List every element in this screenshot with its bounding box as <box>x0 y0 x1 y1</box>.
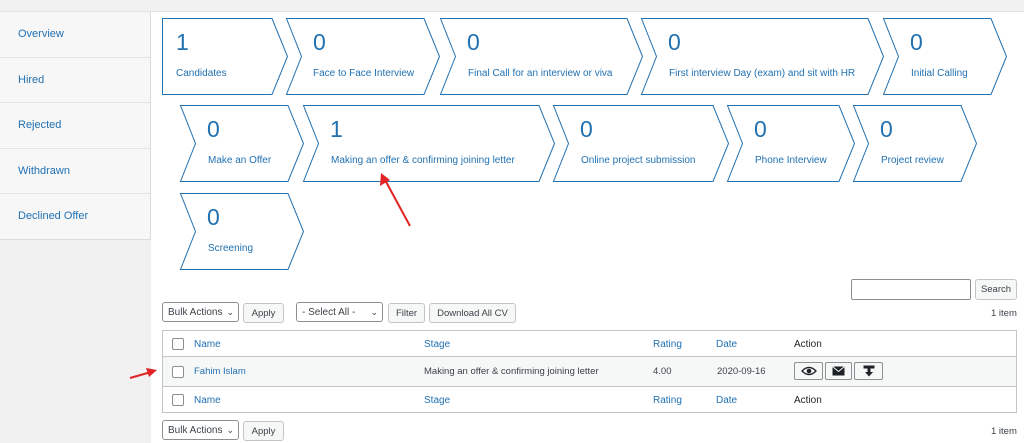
download-icon <box>863 365 874 377</box>
stage-label: Screening <box>208 243 254 254</box>
sidebar-item-withdrawn[interactable]: Withdrawn <box>0 149 150 194</box>
column-footer-rating[interactable]: Rating <box>653 395 682 406</box>
candidate-date: 2020-09-16 <box>717 366 766 377</box>
stage-label: First interview Day (exam) and sit with … <box>669 68 856 79</box>
bulk-actions-label: Bulk Actions <box>168 306 223 318</box>
search-button[interactable]: Search <box>975 279 1017 300</box>
stage-count: 0 <box>207 116 220 142</box>
stage-card-candidates[interactable]: 1 Candidates <box>162 18 289 95</box>
table-footer-row: Name Stage Rating Date Action <box>163 387 1016 413</box>
status-sidebar: Overview Hired Rejected Withdrawn Declin… <box>0 12 151 240</box>
stage-count: 0 <box>754 116 767 142</box>
chevron-down-icon: ⌄ <box>226 425 234 435</box>
chevron-shape <box>726 105 856 182</box>
download-cv-button[interactable] <box>854 362 883 380</box>
table-row: Fahim Islam Making an offer & confirming… <box>163 356 1016 387</box>
stage-count: 0 <box>910 29 923 55</box>
stage-card-making-an-offer-confirming[interactable]: 1 Making an offer & confirming joining le… <box>302 105 556 182</box>
chevron-down-icon: ⌄ <box>370 307 378 317</box>
items-count-top: 1 item <box>991 308 1017 319</box>
items-count-bottom: 1 item <box>991 426 1017 437</box>
bulk-actions-select-top[interactable]: Bulk Actions ⌄ <box>162 302 239 322</box>
stage-label: Online project submission <box>581 155 696 166</box>
stage-card-project-review[interactable]: 0 Project review <box>852 105 978 182</box>
stage-count: 0 <box>880 116 893 142</box>
sidebar-item-overview[interactable]: Overview <box>0 12 150 58</box>
column-footer-action: Action <box>794 395 822 406</box>
sidebar-item-declined-offer[interactable]: Declined Offer <box>0 194 150 240</box>
stage-label: Project review <box>881 155 944 166</box>
chevron-shape <box>882 18 1008 95</box>
column-footer-name[interactable]: Name <box>194 395 221 406</box>
eye-icon <box>800 366 817 376</box>
column-header-rating[interactable]: Rating <box>653 339 682 350</box>
apply-button-bottom[interactable]: Apply <box>243 421 284 441</box>
column-header-stage[interactable]: Stage <box>424 339 450 350</box>
sidebar-item-rejected[interactable]: Rejected <box>0 103 150 149</box>
apply-button-top[interactable]: Apply <box>243 303 284 323</box>
chevron-shape <box>285 18 441 95</box>
search-input[interactable] <box>851 279 971 300</box>
stage-card-online-project-submission[interactable]: 0 Online project submission <box>552 105 730 182</box>
stage-card-phone-interview[interactable]: 0 Phone Interview <box>726 105 856 182</box>
chevron-shape <box>179 105 305 182</box>
stage-label: Final Call for an interview or viva <box>468 68 613 79</box>
stage-card-face-to-face-interview[interactable]: 0 Face to Face Interview <box>285 18 441 95</box>
view-button[interactable] <box>794 362 823 380</box>
stage-label: Initial Calling <box>911 68 968 79</box>
chevron-shape <box>852 105 978 182</box>
email-button[interactable] <box>825 362 852 380</box>
table-header-row: Name Stage Rating Date Action <box>163 331 1016 357</box>
chevron-shape <box>179 193 305 270</box>
candidate-stage: Making an offer & confirming joining let… <box>424 366 599 377</box>
column-header-action: Action <box>794 339 822 350</box>
select-all-label: - Select All - <box>302 306 356 318</box>
stage-label: Candidates <box>176 68 227 79</box>
column-footer-stage[interactable]: Stage <box>424 395 450 406</box>
stage-count: 0 <box>580 116 593 142</box>
bulk-actions-label: Bulk Actions <box>168 424 223 436</box>
stage-card-make-an-offer[interactable]: 0 Make an Offer <box>179 105 305 182</box>
admin-top-bar <box>0 0 1024 12</box>
column-header-name[interactable]: Name <box>194 339 221 350</box>
row-checkbox[interactable] <box>172 366 184 378</box>
sidebar-item-hired[interactable]: Hired <box>0 58 150 103</box>
stage-count: 0 <box>467 29 480 55</box>
column-footer-date[interactable]: Date <box>716 395 737 406</box>
stage-label: Making an offer & confirming joining let… <box>331 155 515 166</box>
candidate-rating: 4.00 <box>653 366 672 377</box>
stage-card-initial-calling[interactable]: 0 Initial Calling <box>882 18 1008 95</box>
stage-label: Make an Offer <box>208 155 272 166</box>
chevron-down-icon: ⌄ <box>226 307 234 317</box>
candidate-name-link[interactable]: Fahim Islam <box>194 366 246 377</box>
envelope-icon <box>832 366 845 376</box>
select-all-checkbox[interactable] <box>172 338 184 350</box>
download-all-cv-button[interactable]: Download All CV <box>429 303 516 323</box>
stage-card-final-call[interactable]: 0 Final Call for an interview or viva <box>439 18 644 95</box>
stage-select-all[interactable]: - Select All - ⌄ <box>296 302 383 322</box>
stage-label: Phone Interview <box>755 155 827 166</box>
stage-count: 1 <box>176 29 189 55</box>
stage-card-first-interview-day[interactable]: 0 First interview Day (exam) and sit with… <box>640 18 885 95</box>
filter-button[interactable]: Filter <box>388 303 425 323</box>
stage-count: 0 <box>207 204 220 230</box>
stage-count: 1 <box>330 116 343 142</box>
stage-count: 0 <box>668 29 681 55</box>
candidates-table: Name Stage Rating Date Action Fahim Isla… <box>162 330 1017 413</box>
stage-label: Face to Face Interview <box>313 68 415 79</box>
bulk-actions-select-bottom[interactable]: Bulk Actions ⌄ <box>162 420 239 440</box>
column-header-date[interactable]: Date <box>716 339 737 350</box>
stage-card-screening[interactable]: 0 Screening <box>179 193 305 270</box>
stage-count: 0 <box>313 29 326 55</box>
select-all-checkbox-footer[interactable] <box>172 394 184 406</box>
